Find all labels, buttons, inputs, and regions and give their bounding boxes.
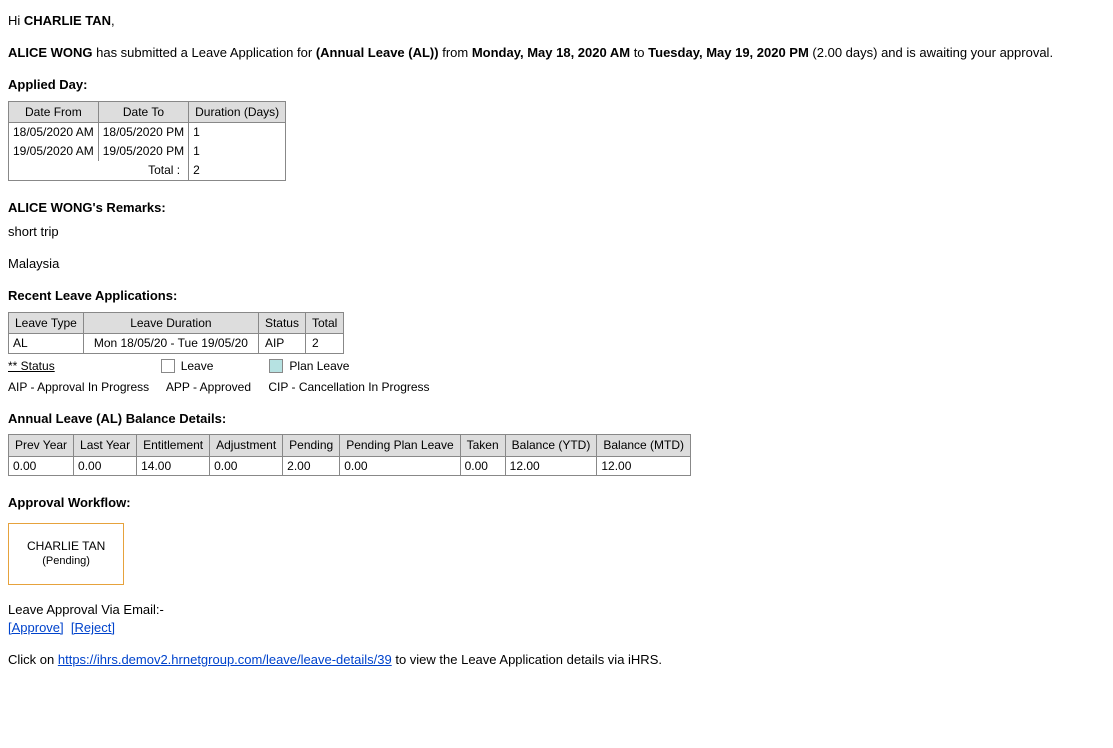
table-row: AL Mon 18/05/20 - Tue 19/05/20 AIP 2 xyxy=(9,334,344,354)
remarks-line2: Malaysia xyxy=(8,255,1105,273)
swatch-plan-leave xyxy=(269,359,283,373)
table-row: 18/05/2020 AM 18/05/2020 PM 1 xyxy=(9,123,286,142)
table-row: 19/05/2020 AM 19/05/2020 PM 1 xyxy=(9,142,286,161)
recent-table: Leave Type Leave Duration Status Total A… xyxy=(8,312,344,355)
workflow-approver-name: CHARLIE TAN xyxy=(27,538,105,555)
table-row: 0.00 0.00 14.00 0.00 2.00 0.00 0.00 12.0… xyxy=(9,456,691,476)
workflow-heading: Approval Workflow: xyxy=(8,494,1105,512)
details-link[interactable]: https://ihrs.demov2.hrnetgroup.com/leave… xyxy=(58,652,392,667)
remarks-line1: short trip xyxy=(8,223,1105,241)
swatch-leave xyxy=(161,359,175,373)
reject-link[interactable]: [Reject] xyxy=(71,620,115,635)
balance-heading: Annual Leave (AL) Balance Details: xyxy=(8,410,1105,428)
recent-heading: Recent Leave Applications: xyxy=(8,287,1105,305)
workflow-approver-box: CHARLIE TAN (Pending) xyxy=(8,523,124,585)
recipient-name: CHARLIE TAN xyxy=(24,13,111,28)
applied-day-heading: Applied Day: xyxy=(8,76,1105,94)
intro-line: ALICE WONG has submitted a Leave Applica… xyxy=(8,44,1105,62)
footer-line: Click on https://ihrs.demov2.hrnetgroup.… xyxy=(8,651,1105,669)
balance-table: Prev Year Last Year Entitlement Adjustme… xyxy=(8,434,691,477)
status-legend-row: ** Status Leave Plan Leave xyxy=(8,358,1105,375)
applied-day-table: Date From Date To Duration (Days) 18/05/… xyxy=(8,101,286,181)
workflow-approver-status: (Pending) xyxy=(27,554,105,569)
approve-link[interactable]: [Approve] xyxy=(8,620,64,635)
submitter-name: ALICE WONG xyxy=(8,45,93,60)
status-legend-codes: AIP - Approval In Progress APP - Approve… xyxy=(8,379,1105,396)
approval-heading: Leave Approval Via Email:- xyxy=(8,601,1105,619)
greeting-line: Hi CHARLIE TAN, xyxy=(8,12,1105,30)
table-total-row: Total : 2 xyxy=(9,161,286,180)
remarks-heading: ALICE WONG's Remarks: xyxy=(8,199,1105,217)
